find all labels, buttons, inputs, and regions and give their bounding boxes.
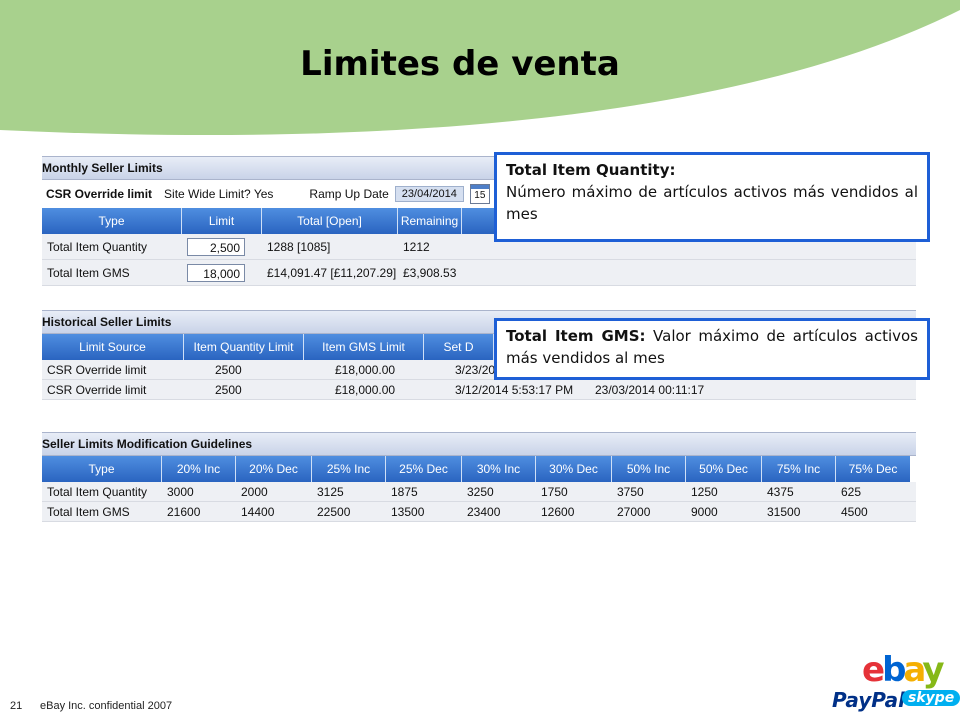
- table-row: CSR Override limit 2500 £18,000.00 3/12/…: [42, 380, 916, 400]
- guidelines-panel: Seller Limits Modification Guidelines Ty…: [42, 432, 916, 522]
- col-remaining[interactable]: Remaining: [398, 208, 462, 234]
- cell: 3750: [617, 484, 644, 499]
- row-source: CSR Override limit: [47, 382, 147, 397]
- guidelines-header: Seller Limits Modification Guidelines: [42, 432, 916, 456]
- table-row: Total Item GMS 18,000 £14,091.47 [£11,20…: [42, 260, 916, 286]
- row-qty: 2500: [215, 362, 242, 377]
- cell: 1750: [541, 484, 568, 499]
- col-type[interactable]: Type: [42, 208, 182, 234]
- col-limit-source[interactable]: Limit Source: [42, 334, 184, 360]
- cell: 3000: [167, 484, 194, 499]
- cell: 625: [841, 484, 862, 499]
- callout-total-item-gms: Total Item GMS: Valor máximo de artículo…: [494, 318, 930, 380]
- cell: 27000: [617, 504, 651, 519]
- callout-heading: Total Item GMS:: [506, 327, 646, 345]
- row-remaining: 1212: [403, 239, 430, 254]
- col-20-dec[interactable]: 20% Dec: [236, 456, 312, 482]
- col-25-dec[interactable]: 25% Dec: [386, 456, 462, 482]
- cell: 31500: [767, 504, 801, 519]
- table-row: Total Item Quantity 3000 2000 3125 1875 …: [42, 482, 916, 502]
- cell: 21600: [167, 504, 201, 519]
- csr-override-label: CSR Override limit: [46, 187, 153, 201]
- calendar-icon[interactable]: 15: [469, 184, 490, 204]
- page-title: Limites de venta: [300, 44, 620, 84]
- col-50-dec[interactable]: 50% Dec: [686, 456, 762, 482]
- col-75-dec[interactable]: 75% Dec: [836, 456, 910, 482]
- limit-input[interactable]: 18,000: [187, 263, 245, 282]
- row-set: 3/12/2014 5:53:17 PM: [455, 382, 574, 397]
- row-type: Total Item GMS: [47, 265, 130, 280]
- cell: 22500: [317, 504, 351, 519]
- col-limit[interactable]: Limit: [182, 208, 262, 234]
- cell: 9000: [691, 504, 718, 519]
- calendar-day: 15: [474, 190, 486, 201]
- row-total: 1288 [1085]: [267, 239, 331, 254]
- limit-input[interactable]: 2,500: [187, 237, 245, 256]
- cell: 14400: [241, 504, 275, 519]
- col-set-date[interactable]: Set D: [424, 334, 494, 360]
- row-extra: 23/03/2014 00:11:17: [595, 382, 705, 397]
- cell: 1250: [691, 484, 718, 499]
- cell: 1875: [391, 484, 418, 499]
- row-gms: £18,000.00: [335, 382, 396, 397]
- guidelines-grid-header: Type 20% Inc 20% Dec 25% Inc 25% Dec 30%…: [42, 456, 916, 482]
- row-type: Total Item GMS: [47, 504, 130, 519]
- col-30-inc[interactable]: 30% Inc: [462, 456, 536, 482]
- col-20-inc[interactable]: 20% Inc: [162, 456, 236, 482]
- site-wide-limit: Site Wide Limit? Yes: [164, 187, 274, 201]
- col-item-gms-limit[interactable]: Item GMS Limit: [304, 334, 424, 360]
- cell: 2000: [241, 484, 268, 499]
- callout-heading: Total Item Quantity:: [506, 161, 676, 179]
- col-25-inc[interactable]: 25% Inc: [312, 456, 386, 482]
- row-qty: 2500: [215, 382, 242, 397]
- panel-title: Seller Limits Modification Guidelines: [42, 437, 253, 451]
- col-type[interactable]: Type: [42, 456, 162, 482]
- cell: 23400: [467, 504, 501, 519]
- panel-title: Monthly Seller Limits: [42, 161, 163, 175]
- paypal-logo: PayPal: [832, 688, 906, 712]
- row-source: CSR Override limit: [47, 362, 147, 377]
- callout-total-item-quantity: Total Item Quantity: Número máximo de ar…: [494, 152, 930, 242]
- row-type: Total Item Quantity: [47, 484, 148, 499]
- cell: 3250: [467, 484, 494, 499]
- ebay-logo: ebay ebay: [862, 650, 945, 690]
- ramp-up-date-field[interactable]: 23/04/2014: [394, 186, 464, 202]
- col-50-inc[interactable]: 50% Inc: [612, 456, 686, 482]
- row-type: Total Item Quantity: [47, 239, 148, 254]
- header-arc: [0, 0, 960, 135]
- col-item-quantity-limit[interactable]: Item Quantity Limit: [184, 334, 304, 360]
- page-number: 21: [10, 700, 23, 712]
- cell: 4500: [841, 504, 868, 519]
- panel-title: Historical Seller Limits: [42, 315, 172, 329]
- table-row: Total Item GMS 21600 14400 22500 13500 2…: [42, 502, 916, 522]
- col-75-inc[interactable]: 75% Inc: [762, 456, 836, 482]
- cell: 4375: [767, 484, 794, 499]
- skype-logo: skype: [902, 690, 960, 706]
- callout-body: Número máximo de artículos activos más v…: [506, 183, 918, 223]
- row-gms: £18,000.00: [335, 362, 396, 377]
- confidential-note: eBay Inc. confidential 2007: [40, 700, 173, 712]
- cell: 12600: [541, 504, 575, 519]
- cell: 13500: [391, 504, 425, 519]
- cell: 3125: [317, 484, 344, 499]
- ramp-up-label: Ramp Up Date: [309, 187, 389, 201]
- col-30-dec[interactable]: 30% Dec: [536, 456, 612, 482]
- row-total: £14,091.47 [£11,207.29]: [267, 265, 397, 280]
- row-remaining: £3,908.53: [403, 265, 457, 280]
- col-total-open[interactable]: Total [Open]: [262, 208, 398, 234]
